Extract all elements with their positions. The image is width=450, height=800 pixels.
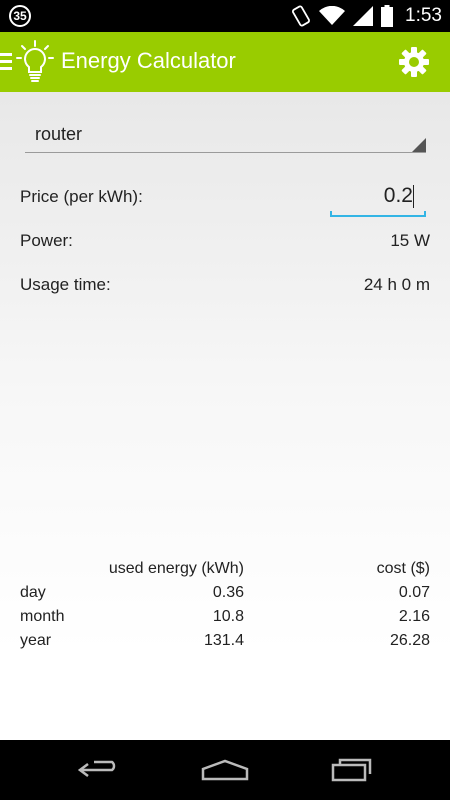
action-bar: Energy Calculator [0, 32, 450, 92]
battery-icon [381, 5, 394, 27]
device-dropdown-value: router [35, 124, 83, 144]
power-label: Power: [20, 231, 73, 250]
wifi-icon [319, 6, 346, 25]
text-cursor [413, 185, 414, 208]
power-value: 15 W [390, 231, 430, 250]
row-cost: 26.28 [389, 632, 430, 649]
notification-badge: 35 [9, 5, 31, 27]
header-energy: used energy (kWh) [108, 560, 244, 577]
navigation-bar [0, 740, 450, 800]
recents-icon [331, 758, 372, 782]
gear-icon[interactable] [398, 46, 430, 78]
usage-time-value[interactable]: 24 h 0 m [364, 275, 430, 295]
status-bar: 35 1:53 [0, 0, 450, 32]
row-energy: 131.4 [203, 632, 244, 649]
row-period: year [20, 632, 52, 649]
home-icon [201, 759, 249, 781]
recents-button[interactable] [312, 740, 392, 800]
signal-icon [353, 6, 374, 26]
price-input-underline [330, 211, 426, 217]
device-dropdown[interactable]: router [25, 114, 426, 153]
row-period: day [20, 584, 46, 601]
row-period: month [20, 608, 65, 625]
row-energy: 10.8 [212, 608, 244, 625]
back-icon [78, 760, 116, 777]
row-cost: 2.16 [398, 608, 430, 625]
header-cost: cost ($) [376, 560, 430, 577]
status-icons: 1:53 [291, 0, 442, 32]
price-input[interactable] [330, 180, 425, 212]
menu-icon[interactable] [0, 53, 12, 71]
price-label: Price (per kWh): [20, 187, 143, 206]
back-button[interactable] [60, 740, 140, 800]
row-cost: 0.07 [398, 584, 430, 601]
home-button[interactable] [185, 740, 265, 800]
main-content: router Price (per kWh): Power: 15 W Usag… [0, 92, 450, 740]
app-title: Energy Calculator [61, 48, 236, 73]
dropdown-triangle-icon [412, 138, 426, 152]
status-time: 1:53 [405, 5, 442, 26]
row-energy: 0.36 [212, 584, 244, 601]
vibrate-icon [292, 5, 311, 27]
lightbulb-icon[interactable] [16, 40, 54, 84]
usage-time-label: Usage time: [20, 275, 111, 294]
